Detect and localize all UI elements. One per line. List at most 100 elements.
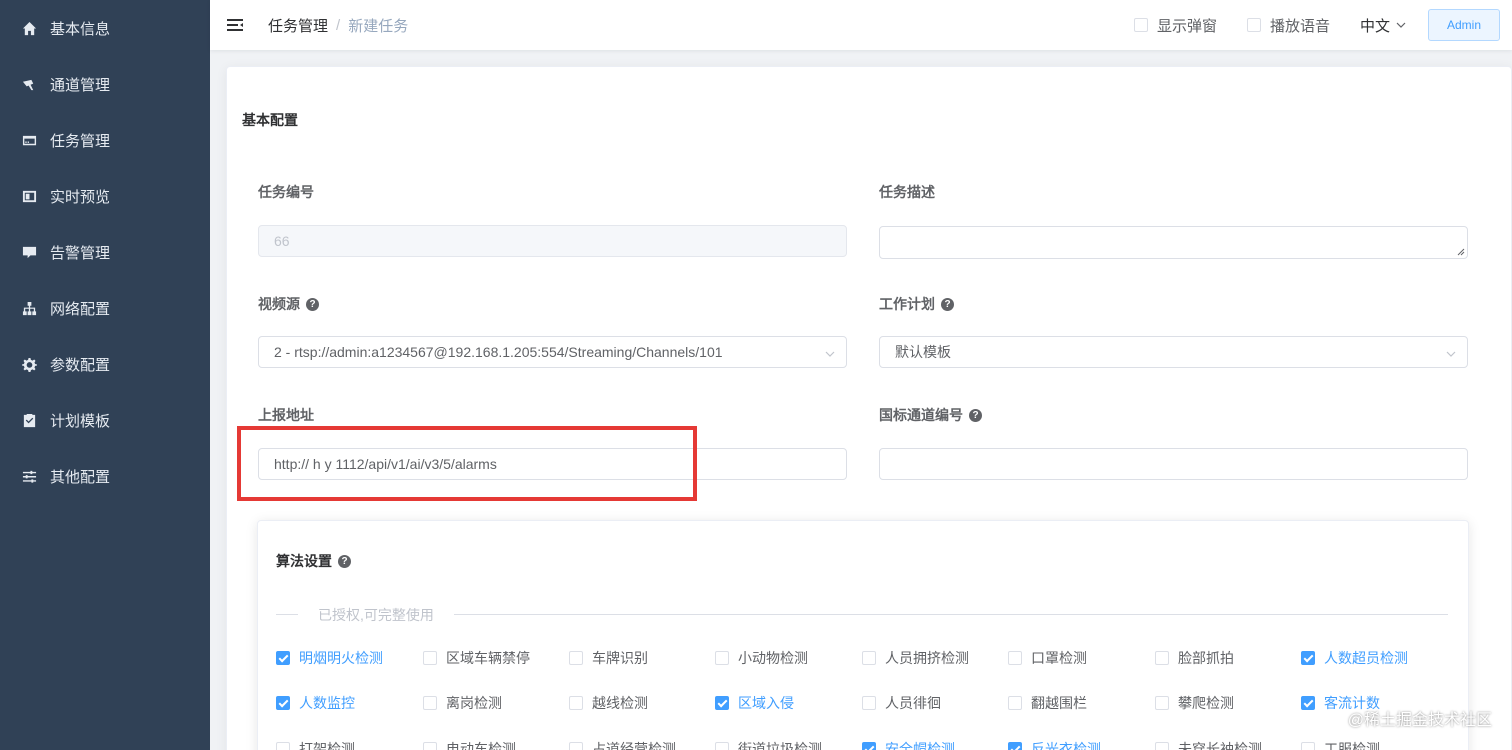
help-icon[interactable]: ?: [338, 554, 351, 568]
algorithm-label: 电动车检测: [446, 741, 516, 750]
help-icon[interactable]: ?: [306, 297, 319, 311]
algorithm-checkbox[interactable]: 人员徘徊: [862, 693, 941, 713]
algorithm-label: 脸部抓拍: [1178, 650, 1234, 666]
algorithm-checkbox[interactable]: 安全帽检测: [862, 739, 955, 750]
sidebar-item-task[interactable]: 任务管理: [0, 112, 110, 168]
checkbox-unchecked[interactable]: [862, 696, 876, 710]
checkbox-unchecked[interactable]: [1301, 742, 1315, 750]
checkbox-checked[interactable]: [715, 696, 729, 710]
algorithm-checkbox[interactable]: 明烟明火检测: [276, 648, 383, 668]
top-navbar: 任务管理 / 新建任务 显示弹窗 播放语音 中文 Admin: [210, 0, 1512, 50]
breadcrumb: 任务管理 / 新建任务: [268, 15, 408, 36]
algorithm-checkbox[interactable]: 电动车检测: [423, 739, 516, 750]
sidebar-item-label: 基本信息: [50, 20, 111, 38]
checkbox-unchecked[interactable]: [423, 651, 437, 665]
algorithm-label: 安全帽检测: [885, 741, 955, 750]
sidebar-item-network[interactable]: 网络配置: [0, 280, 110, 336]
algorithm-label: 街道垃圾检测: [738, 741, 822, 750]
gb-channel-input[interactable]: [879, 448, 1468, 480]
menu-toggle-icon[interactable]: [210, 0, 260, 50]
algorithm-label: 反光衣检测: [1031, 741, 1101, 750]
checkbox-box[interactable]: [1246, 18, 1261, 32]
sidebar-item-preview[interactable]: 实时预览: [0, 168, 110, 224]
algorithm-checkbox[interactable]: 占道经营检测: [569, 739, 676, 750]
checkbox-checked[interactable]: [862, 742, 876, 750]
algorithm-checkbox[interactable]: 街道垃圾检测: [715, 739, 822, 750]
checkbox-unchecked[interactable]: [715, 651, 729, 665]
algorithm-checkbox[interactable]: 人数超员检测: [1301, 648, 1408, 668]
show-popup-checkbox[interactable]: 显示弹窗: [1133, 15, 1217, 36]
play-voice-label: 播放语音: [1269, 17, 1330, 35]
algorithm-checkbox[interactable]: 离岗检测: [423, 693, 502, 713]
sidebar-item-alarm[interactable]: 告警管理: [0, 224, 110, 280]
work-plan-select[interactable]: 默认模板: [879, 336, 1468, 368]
resize-handle-icon[interactable]: [1457, 248, 1465, 256]
checkbox-unchecked[interactable]: [1008, 696, 1022, 710]
breadcrumb-new-task: 新建任务: [348, 17, 409, 35]
checkbox-unchecked[interactable]: [1155, 696, 1169, 710]
alarm-icon: [20, 243, 38, 261]
algorithm-checkbox[interactable]: 脸部抓拍: [1155, 648, 1234, 668]
license-status-text: 已授权,可完整使用: [298, 605, 454, 625]
task-id-label: 任务编号: [258, 184, 314, 200]
sidebar-item-label: 计划模板: [50, 412, 111, 430]
algorithm-checkbox[interactable]: 翻越围栏: [1008, 693, 1087, 713]
checkbox-unchecked[interactable]: [862, 651, 876, 665]
checkbox-checked[interactable]: [276, 651, 290, 665]
algorithm-checkbox[interactable]: 工服检测: [1301, 739, 1380, 750]
algorithm-checkbox[interactable]: 区域车辆禁停: [423, 648, 530, 668]
checkbox-checked[interactable]: [1301, 651, 1315, 665]
checkbox-unchecked[interactable]: [569, 651, 583, 665]
checkbox-checked[interactable]: [276, 696, 290, 710]
play-voice-checkbox[interactable]: 播放语音: [1246, 15, 1330, 36]
algorithm-checkbox[interactable]: 人数监控: [276, 693, 355, 713]
checkbox-checked[interactable]: [1008, 742, 1022, 750]
checkbox-unchecked[interactable]: [1155, 651, 1169, 665]
video-source-select[interactable]: 2 - rtsp://admin:a1234567@192.168.1.205:…: [258, 336, 847, 368]
checkbox-box[interactable]: [1133, 18, 1148, 32]
algorithm-checkbox[interactable]: 打架检测: [276, 739, 355, 750]
preview-icon: [20, 187, 38, 205]
algorithm-label: 小动物检测: [738, 650, 808, 666]
sidebar-item-label: 其他配置: [50, 468, 111, 486]
checkbox-checked[interactable]: [1301, 696, 1315, 710]
task-desc-label: 任务描述: [879, 184, 935, 200]
gb-channel-label: 国标通道编号?: [879, 405, 982, 425]
admin-user-button[interactable]: Admin: [1428, 9, 1500, 41]
checkbox-unchecked[interactable]: [276, 742, 290, 750]
checkbox-unchecked[interactable]: [1008, 651, 1022, 665]
algorithm-checkbox[interactable]: 反光衣检测: [1008, 739, 1101, 750]
checkbox-unchecked[interactable]: [569, 696, 583, 710]
algorithm-label: 区域车辆禁停: [446, 650, 530, 666]
algorithm-checkbox[interactable]: 越线检测: [569, 693, 648, 713]
sidebar-item-basic-info[interactable]: 基本信息: [0, 0, 110, 56]
algorithm-checkbox[interactable]: 小动物检测: [715, 648, 808, 668]
algorithm-checkbox[interactable]: 口罩检测: [1008, 648, 1087, 668]
help-icon[interactable]: ?: [941, 297, 954, 311]
algorithm-checkbox[interactable]: 未穿长袖检测: [1155, 739, 1262, 750]
task-desc-textarea[interactable]: [879, 226, 1468, 259]
algorithm-checkbox[interactable]: 人员拥挤检测: [862, 648, 969, 668]
checkbox-unchecked[interactable]: [423, 742, 437, 750]
checkbox-unchecked[interactable]: [715, 742, 729, 750]
checkbox-unchecked[interactable]: [1155, 742, 1169, 750]
sidebar-item-other[interactable]: 其他配置: [0, 448, 110, 504]
algorithm-checkbox[interactable]: 攀爬检测: [1155, 693, 1234, 713]
algorithm-label: 离岗检测: [446, 695, 502, 711]
help-icon[interactable]: ?: [969, 408, 982, 422]
algorithm-checkbox[interactable]: 区域入侵: [715, 693, 794, 713]
checkbox-unchecked[interactable]: [423, 696, 437, 710]
breadcrumb-task-management[interactable]: 任务管理: [268, 15, 328, 36]
algorithm-label: 工服检测: [1324, 741, 1380, 750]
checkbox-unchecked[interactable]: [569, 742, 583, 750]
report-url-label: 上报地址: [258, 407, 314, 423]
sidebar-item-label: 网络配置: [50, 300, 111, 318]
language-dropdown[interactable]: 中文: [1360, 15, 1406, 36]
chevron-down-icon: [1446, 351, 1456, 357]
task-icon: [20, 131, 38, 149]
sidebar-item-params[interactable]: 参数配置: [0, 336, 110, 392]
sidebar-item-channel[interactable]: 通道管理: [0, 56, 110, 112]
sidebar-item-plan-template[interactable]: 计划模板: [0, 392, 110, 448]
algorithm-label: 区域入侵: [738, 695, 794, 711]
algorithm-checkbox[interactable]: 车牌识别: [569, 648, 648, 668]
